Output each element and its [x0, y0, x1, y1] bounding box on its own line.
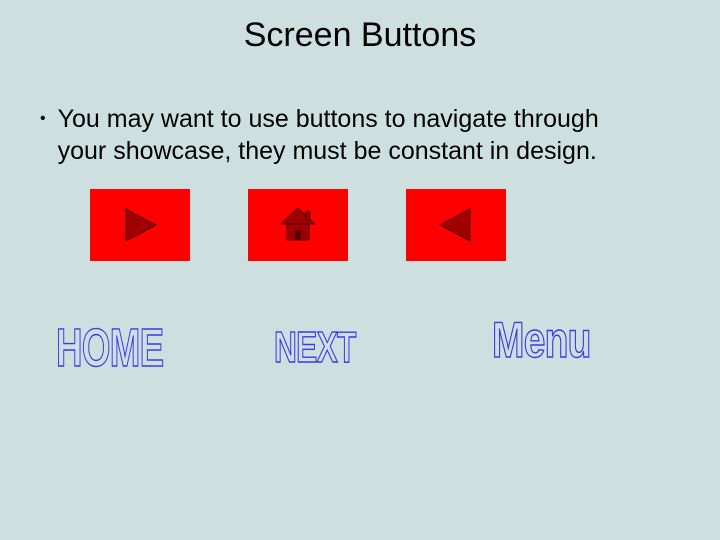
play-forward-button[interactable] [90, 189, 190, 261]
home-icon [275, 202, 321, 248]
play-forward-icon [118, 203, 162, 247]
bullet-marker: • [40, 105, 46, 133]
wordart-menu: Menu [492, 311, 591, 369]
bullet-text: You may want to use buttons to navigate … [58, 103, 618, 167]
icon-button-row [0, 189, 720, 261]
bullet-item: • You may want to use buttons to navigat… [0, 103, 720, 167]
wordart-row: HOME NEXT Menu [0, 317, 720, 417]
play-back-button[interactable] [406, 189, 506, 261]
wordart-next: NEXT [274, 323, 356, 373]
play-back-icon [434, 203, 478, 247]
home-button[interactable] [248, 189, 348, 261]
wordart-home: HOME [56, 317, 163, 379]
page-title: Screen Buttons [0, 0, 720, 55]
